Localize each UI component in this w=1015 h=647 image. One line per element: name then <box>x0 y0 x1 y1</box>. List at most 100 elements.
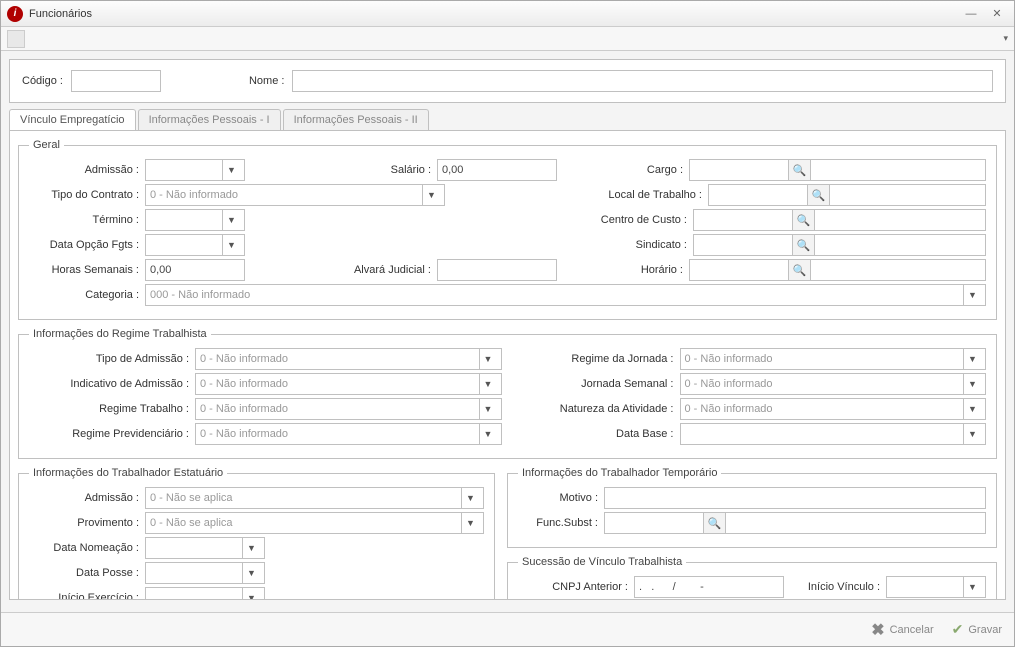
natureza-atividade-combo[interactable]: 0 - Não informado▼ <box>680 398 987 420</box>
inicio-exercicio-date[interactable]: ▼ <box>145 587 265 600</box>
regime-trabalho-combo[interactable]: 0 - Não informado▼ <box>195 398 502 420</box>
tab-informacoes-pessoais-1[interactable]: Informações Pessoais - I <box>138 109 281 130</box>
toolbar-action-icon[interactable] <box>7 30 25 48</box>
horas-semanais-input[interactable] <box>145 259 245 281</box>
legend-sucessao: Sucessão de Vínculo Trabalhista <box>518 556 686 568</box>
func-subst-search-button[interactable]: 🔍 <box>704 512 726 534</box>
salario-input[interactable] <box>437 159 557 181</box>
provimento-combo[interactable]: 0 - Não se aplica▼ <box>145 512 484 534</box>
horario-desc[interactable] <box>811 259 986 281</box>
admissao-date[interactable]: ▼ <box>145 159 245 181</box>
centro-custo-search-button[interactable]: 🔍 <box>793 209 815 231</box>
group-sucessao: Sucessão de Vínculo Trabalhista CNPJ Ant… <box>507 556 997 600</box>
toolbar: ▾ <box>1 27 1014 51</box>
cargo-search-button[interactable]: 🔍 <box>789 159 811 181</box>
chevron-down-icon[interactable]: ▼ <box>963 285 981 305</box>
nome-label: Nome : <box>249 75 284 87</box>
gravar-button[interactable]: ✔Gravar <box>952 621 1002 638</box>
func-subst-desc[interactable] <box>726 512 986 534</box>
local-trabalho-desc[interactable] <box>830 184 986 206</box>
chevron-down-icon[interactable]: ▼ <box>242 538 260 558</box>
cnpj-anterior-input[interactable] <box>634 576 784 598</box>
cancelar-button[interactable]: ✖Cancelar <box>871 620 933 640</box>
chevron-down-icon[interactable]: ▼ <box>222 210 240 230</box>
categoria-combo[interactable]: 000 - Não informado▼ <box>145 284 986 306</box>
salario-label: Salário : <box>251 164 431 176</box>
codigo-input[interactable] <box>71 70 161 92</box>
search-icon: 🔍 <box>812 189 826 202</box>
motivo-label: Motivo : <box>518 492 598 504</box>
group-regime: Informações do Regime Trabalhista Tipo d… <box>18 328 997 459</box>
titlebar: i Funcionários — ✕ <box>1 1 1014 27</box>
toolbar-dropdown-icon[interactable]: ▾ <box>1003 33 1008 44</box>
tipo-contrato-label: Tipo do Contrato : <box>29 189 139 201</box>
chevron-down-icon[interactable]: ▼ <box>963 424 981 444</box>
est-admissao-label: Admissão : <box>29 492 139 504</box>
group-geral: Geral Admissão : ▼ Salário : Cargo : 🔍 T… <box>18 139 997 320</box>
regime-jornada-combo[interactable]: 0 - Não informado▼ <box>680 348 987 370</box>
chevron-down-icon[interactable]: ▼ <box>222 160 240 180</box>
centro-custo-key[interactable] <box>693 209 793 231</box>
regime-prev-label: Regime Previdenciário : <box>29 428 189 440</box>
legend-estatutario: Informações do Trabalhador Estatuário <box>29 467 227 479</box>
minimize-button[interactable]: — <box>960 5 982 23</box>
data-opcao-fgts-label: Data Opção Fgts : <box>29 239 139 251</box>
chevron-down-icon[interactable]: ▼ <box>479 374 497 394</box>
cargo-desc[interactable] <box>811 159 986 181</box>
data-opcao-fgts-date[interactable]: ▼ <box>145 234 245 256</box>
tipo-admissao-combo[interactable]: 0 - Não informado▼ <box>195 348 502 370</box>
chevron-down-icon[interactable]: ▼ <box>963 374 981 394</box>
jornada-semanal-combo[interactable]: 0 - Não informado▼ <box>680 373 987 395</box>
data-nomeacao-date[interactable]: ▼ <box>145 537 265 559</box>
chevron-down-icon[interactable]: ▼ <box>963 577 981 597</box>
indicativo-admissao-combo[interactable]: 0 - Não informado▼ <box>195 373 502 395</box>
local-trabalho-key[interactable] <box>708 184 808 206</box>
data-posse-date[interactable]: ▼ <box>145 562 265 584</box>
legend-temporario: Informações do Trabalhador Temporário <box>518 467 721 479</box>
inicio-vinculo-label: Início Vínculo : <box>790 581 880 593</box>
sindicato-lookup: 🔍 <box>693 234 986 256</box>
cargo-key[interactable] <box>689 159 789 181</box>
sindicato-key[interactable] <box>693 234 793 256</box>
local-trabalho-search-button[interactable]: 🔍 <box>808 184 830 206</box>
categoria-label: Categoria : <box>29 289 139 301</box>
data-base-combo[interactable]: ▼ <box>680 423 987 445</box>
chevron-down-icon[interactable]: ▼ <box>242 563 260 583</box>
tipo-contrato-combo[interactable]: 0 - Não informado▼ <box>145 184 445 206</box>
inicio-vinculo-date[interactable]: ▼ <box>886 576 986 598</box>
chevron-down-icon[interactable]: ▼ <box>479 349 497 369</box>
chevron-down-icon[interactable]: ▼ <box>479 399 497 419</box>
chevron-down-icon[interactable]: ▼ <box>461 513 479 533</box>
tab-vinculo-empregaticio[interactable]: Vínculo Empregatício <box>9 109 136 130</box>
horario-search-button[interactable]: 🔍 <box>789 259 811 281</box>
termino-date[interactable]: ▼ <box>145 209 245 231</box>
legend-geral: Geral <box>29 139 64 151</box>
chevron-down-icon[interactable]: ▼ <box>222 235 240 255</box>
chevron-down-icon[interactable]: ▼ <box>963 399 981 419</box>
search-icon: 🔍 <box>797 214 811 227</box>
admissao-label: Admissão : <box>29 164 139 176</box>
natureza-atividade-label: Natureza da Atividade : <box>514 403 674 415</box>
centro-custo-desc[interactable] <box>815 209 986 231</box>
chevron-down-icon[interactable]: ▼ <box>461 488 479 508</box>
chevron-down-icon[interactable]: ▼ <box>242 588 260 600</box>
regime-prev-combo[interactable]: 0 - Não informado▼ <box>195 423 502 445</box>
content: Código : Nome : Vínculo Empregatício Inf… <box>1 51 1014 612</box>
chevron-down-icon[interactable]: ▼ <box>963 349 981 369</box>
chevron-down-icon[interactable]: ▼ <box>422 185 440 205</box>
tab-informacoes-pessoais-2[interactable]: Informações Pessoais - II <box>283 109 429 130</box>
nome-input[interactable] <box>292 70 993 92</box>
close-button[interactable]: ✕ <box>986 5 1008 23</box>
sindicato-search-button[interactable]: 🔍 <box>793 234 815 256</box>
chevron-down-icon[interactable]: ▼ <box>479 424 497 444</box>
centro-custo-label: Centro de Custo : <box>567 214 687 226</box>
alvara-input[interactable] <box>437 259 557 281</box>
sindicato-desc[interactable] <box>815 234 986 256</box>
func-subst-key[interactable] <box>604 512 704 534</box>
search-icon: 🔍 <box>793 264 807 277</box>
alvara-label: Alvará Judicial : <box>251 264 431 276</box>
est-admissao-combo[interactable]: 0 - Não se aplica▼ <box>145 487 484 509</box>
motivo-input[interactable] <box>604 487 986 509</box>
termino-label: Término : <box>29 214 139 226</box>
horario-key[interactable] <box>689 259 789 281</box>
